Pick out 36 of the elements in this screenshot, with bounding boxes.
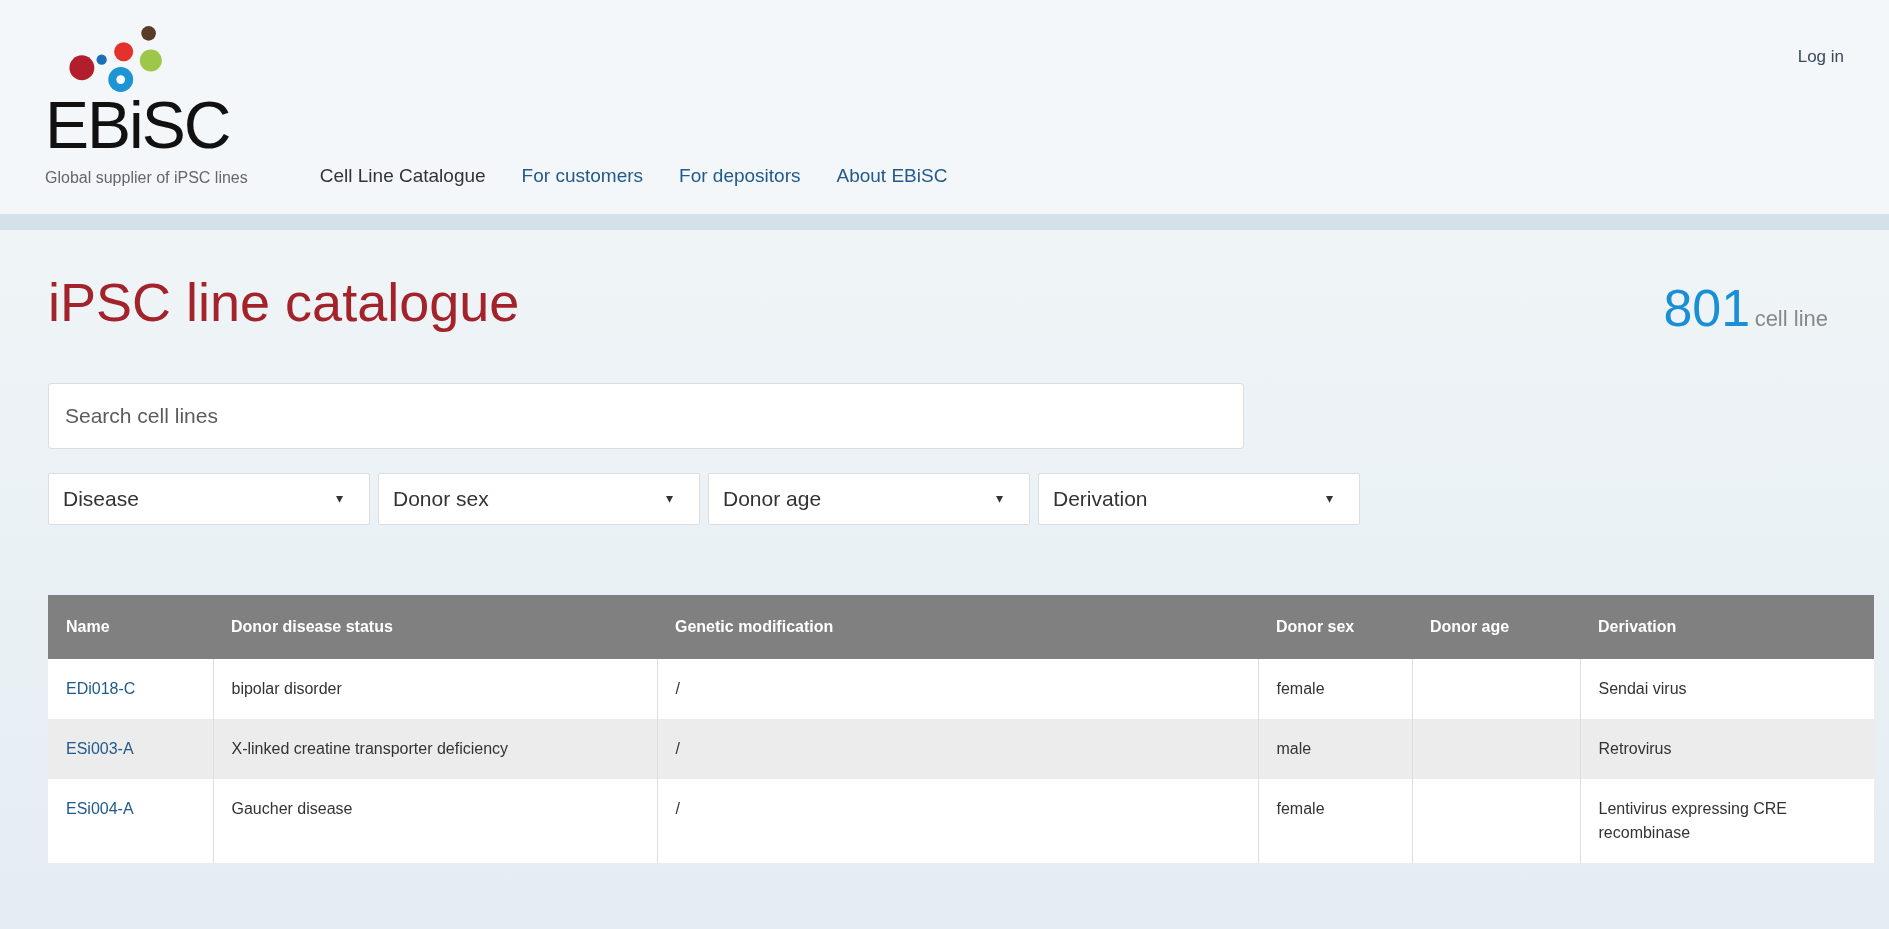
table-cell: Gaucher disease: [231, 799, 353, 817]
filter-dropdown[interactable]: Donor age ▾: [708, 472, 1030, 525]
column-header[interactable]: Name: [48, 594, 213, 659]
filter-dropdown[interactable]: Derivation ▾: [1038, 472, 1360, 525]
table-cell: /: [675, 679, 680, 697]
nav-link[interactable]: About EBiSC: [836, 164, 948, 186]
table-cell: female: [1276, 799, 1325, 817]
tagline: Global supplier of iPSC lines: [45, 168, 248, 188]
nav-link[interactable]: For customers: [521, 164, 644, 186]
column-header[interactable]: Donor sex: [1258, 594, 1412, 659]
table-cell-text: Retrovirus: [1598, 738, 1672, 759]
search-field[interactable]: Search cell lines: [48, 382, 1244, 449]
table-cell: /: [675, 739, 680, 757]
page-title: iPSC line catalogue: [48, 271, 520, 334]
cell-line-link[interactable]: EDi018-C: [66, 679, 136, 697]
column-header[interactable]: Derivation: [1580, 594, 1874, 659]
table-cell-text: Sendai virus: [1598, 678, 1687, 699]
column-header[interactable]: Donor age: [1412, 594, 1580, 659]
filter-dropdown[interactable]: Donor sex ▾: [378, 472, 700, 525]
table-cell: female: [1276, 679, 1325, 697]
logo-text[interactable]: EBiSC: [45, 92, 248, 158]
table-cell: /: [675, 799, 680, 817]
filter-dropdown[interactable]: Disease ▾: [48, 472, 370, 525]
cell-line-count: 801: [1663, 278, 1751, 337]
nav-link[interactable]: For depositors: [679, 164, 801, 186]
column-header[interactable]: Genetic modification: [657, 594, 1258, 659]
cell-line-link[interactable]: ESi004-A: [66, 799, 134, 817]
cell-line-link[interactable]: ESi003-A: [66, 739, 134, 757]
login-link[interactable]: Log in: [1797, 47, 1844, 66]
table-cell: X-linked creatine transporter deficiency: [231, 739, 509, 757]
table-cell: bipolar disorder: [231, 679, 342, 697]
column-header[interactable]: Donor disease status: [213, 594, 657, 659]
nav-link[interactable]: Cell Line Catalogue: [319, 164, 486, 186]
table-cell: male: [1276, 739, 1312, 757]
table-cell-text: Lentivirus expressing CRE recombinase: [1598, 798, 1789, 843]
count-unit: cell line: [1754, 305, 1828, 331]
